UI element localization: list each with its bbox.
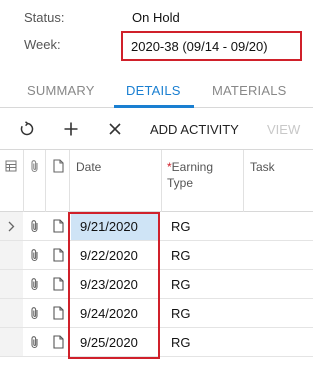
column-header-earning-type[interactable]: *Earning Type [167,159,237,191]
chevron-right-icon [8,220,15,235]
column-divider [45,150,46,212]
attachment-icon[interactable] [30,335,40,352]
view-button[interactable]: VIEW [267,122,300,137]
earning-type-value[interactable]: RG [171,335,191,350]
row-selector-icon[interactable] [5,160,17,175]
earning-type-value[interactable]: RG [171,219,191,234]
column-divider [243,150,244,212]
toolbar: ADD ACTIVITY VIEW [0,108,313,150]
row-gutter[interactable] [0,270,23,298]
row-gutter[interactable] [0,328,23,356]
column-divider [69,150,70,212]
earning-type-value[interactable]: RG [171,306,191,321]
earning-type-label: Earning Type [167,160,214,190]
close-icon[interactable] [106,120,124,138]
attachment-header-icon [30,159,40,176]
week-value[interactable]: 2020-38 (09/14 - 09/20) [131,39,268,54]
note-icon[interactable] [53,306,64,323]
tab-bar: SUMMARY DETAILS MATERIALS [0,72,313,108]
plus-icon[interactable] [62,120,80,138]
add-activity-button[interactable]: ADD ACTIVITY [150,122,239,137]
note-icon[interactable] [53,248,64,265]
refresh-icon[interactable] [18,120,36,138]
attachment-icon[interactable] [30,277,40,294]
status-field: Status: On Hold [0,6,313,30]
column-divider [161,150,162,212]
note-icon[interactable] [53,277,64,294]
column-header-task[interactable]: Task [250,159,275,175]
row-gutter[interactable] [0,212,23,240]
attachment-icon[interactable] [30,306,40,323]
column-header-date[interactable]: Date [76,159,101,175]
attachment-icon[interactable] [30,219,40,236]
tab-summary[interactable]: SUMMARY [27,83,95,98]
note-header-icon [53,159,64,176]
column-divider [23,150,24,212]
note-icon[interactable] [53,335,64,352]
dates-highlight-box [68,212,160,359]
row-gutter[interactable] [0,241,23,269]
tab-details[interactable]: DETAILS [126,83,181,98]
row-gutter[interactable] [0,299,23,327]
week-label: Week: [24,37,61,52]
status-label: Status: [24,10,65,25]
note-icon[interactable] [53,219,64,236]
grid-header: Date *Earning Type Task [0,150,313,212]
tab-materials[interactable]: MATERIALS [212,83,287,98]
attachment-icon[interactable] [30,248,40,265]
earning-type-value[interactable]: RG [171,277,191,292]
status-value: On Hold [132,10,180,25]
earning-type-value[interactable]: RG [171,248,191,263]
